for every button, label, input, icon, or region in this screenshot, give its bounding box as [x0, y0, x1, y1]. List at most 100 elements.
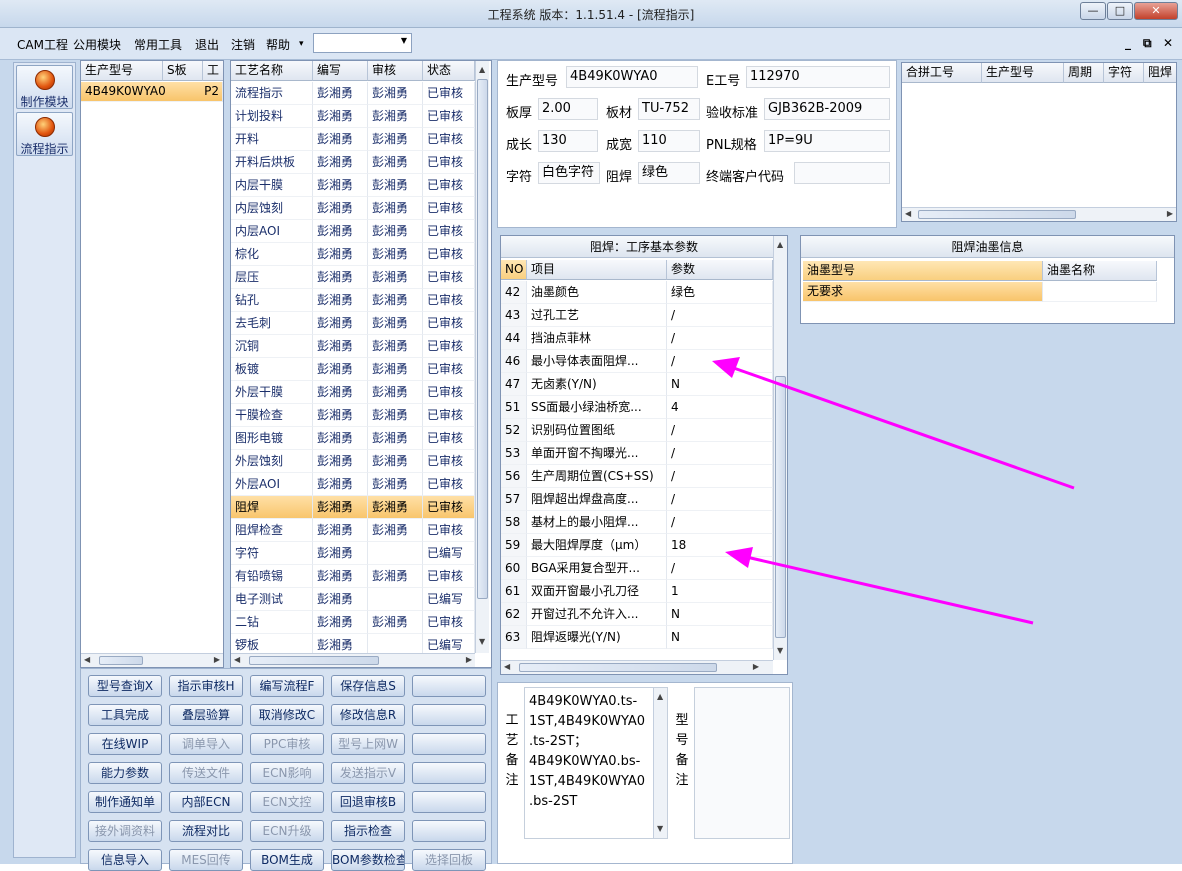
action-button[interactable] [412, 762, 486, 784]
table-row[interactable]: 61 双面开窗最小孔刀径 1 [501, 580, 773, 603]
table-row[interactable]: 去毛刺 彭湘勇 彭湘勇 已审核 [231, 312, 475, 335]
menu-cam[interactable]: CAM工程 [17, 36, 68, 53]
action-button[interactable]: ECN文控 [250, 791, 324, 813]
action-button[interactable] [412, 733, 486, 755]
char-field[interactable]: 白色字符 [538, 162, 600, 184]
length-field[interactable]: 130 [538, 130, 598, 152]
menu-common-modules[interactable]: 公用模块 [73, 36, 121, 53]
action-button[interactable]: 传送文件 [169, 762, 243, 784]
toolbar-combo[interactable]: ▼ [313, 33, 412, 53]
scroll-up-icon[interactable]: ▲ [479, 65, 485, 74]
table-row[interactable]: 43 过孔工艺 / [501, 304, 773, 327]
table-row[interactable]: 二钻 彭湘勇 彭湘勇 已审核 [231, 611, 475, 634]
material-field[interactable]: TU-752 [638, 98, 700, 120]
action-button[interactable]: 型号查询X [88, 675, 162, 697]
table-row[interactable]: 沉铜 彭湘勇 彭湘勇 已审核 [231, 335, 475, 358]
table-row[interactable]: 63 阻焊返曝光(Y/N) N [501, 626, 773, 649]
vertical-scrollbar[interactable]: ▲ ▼ [653, 688, 667, 838]
scroll-left-icon[interactable]: ◀ [234, 655, 240, 664]
process-remark-textarea[interactable]: 4B49K0WYA0.ts- 1ST,4B49K0WYA0 .ts-2ST； 4B49… [524, 687, 668, 839]
scroll-right-icon[interactable]: ▶ [466, 655, 472, 664]
table-row[interactable]: 57 阻焊超出焊盘高度... / [501, 488, 773, 511]
horizontal-scrollbar[interactable]: ◀ ▶ [501, 660, 773, 674]
action-button[interactable]: PPC审核 [250, 733, 324, 755]
table-row[interactable]: 42 油墨颜色 绿色 [501, 281, 773, 304]
column-header[interactable]: 油墨名称 [1043, 261, 1157, 281]
eno-field[interactable]: 112970 [746, 66, 890, 88]
action-button[interactable]: 流程对比 [169, 820, 243, 842]
column-header[interactable]: 阻焊 [1144, 63, 1176, 83]
table-row[interactable]: 内层蚀刻 彭湘勇 彭湘勇 已审核 [231, 197, 475, 220]
customer-code-field[interactable] [794, 162, 890, 184]
maximize-button[interactable]: □ [1107, 2, 1133, 20]
table-row[interactable]: 干膜检查 彭湘勇 彭湘勇 已审核 [231, 404, 475, 427]
table-row[interactable]: 53 单面开窗不掏曝光... / [501, 442, 773, 465]
nav-flow-guide[interactable]: 流程指示 [16, 112, 73, 156]
column-header[interactable]: 字符 [1104, 63, 1144, 83]
column-header[interactable]: 周期 [1064, 63, 1104, 83]
help-dropdown-icon[interactable]: ▾ [299, 39, 304, 49]
action-button[interactable]: 能力参数 [88, 762, 162, 784]
action-button[interactable]: 接外调资料 [88, 820, 162, 842]
action-button[interactable]: BOM参数检查 [331, 849, 405, 871]
action-button[interactable]: 指示审核H [169, 675, 243, 697]
action-button[interactable]: MES回传 [169, 849, 243, 871]
scroll-thumb[interactable] [519, 663, 717, 672]
column-header[interactable]: 参数 [667, 260, 773, 280]
scroll-thumb[interactable] [249, 656, 379, 665]
action-button[interactable]: 修改信息R [331, 704, 405, 726]
column-header[interactable]: 工艺名称 [231, 61, 313, 81]
table-row[interactable]: 图形电镀 彭湘勇 彭湘勇 已审核 [231, 427, 475, 450]
thickness-field[interactable]: 2.00 [538, 98, 598, 120]
table-row[interactable]: 59 最大阻焊厚度（μm） 18 [501, 534, 773, 557]
pnl-field[interactable]: 1P=9U [764, 130, 890, 152]
action-button[interactable]: ECN升级 [250, 820, 324, 842]
table-row[interactable]: 流程指示 彭湘勇 彭湘勇 已审核 [231, 82, 475, 105]
action-button[interactable]: 保存信息S [331, 675, 405, 697]
ink-name-cell[interactable] [1043, 282, 1157, 302]
standard-field[interactable]: GJB362B-2009 [764, 98, 890, 120]
scroll-down-icon[interactable]: ▼ [479, 637, 485, 646]
vertical-scrollbar[interactable]: ▲ ▼ [773, 236, 787, 660]
column-header[interactable]: 油墨型号 [803, 261, 1043, 281]
action-button[interactable] [412, 675, 486, 697]
table-row[interactable]: 钻孔 彭湘勇 彭湘勇 已审核 [231, 289, 475, 312]
table-row[interactable]: 电子测试 彭湘勇 已编写 [231, 588, 475, 611]
scroll-thumb[interactable] [99, 656, 143, 665]
action-button[interactable] [412, 820, 486, 842]
vertical-scrollbar[interactable]: ▲ ▼ [475, 61, 489, 653]
action-button[interactable]: 取消修改C [250, 704, 324, 726]
table-row[interactable]: 47 无卤素(Y/N) N [501, 373, 773, 396]
column-header[interactable]: 项目 [527, 260, 667, 280]
table-row[interactable]: 62 开窗过孔不允许入... N [501, 603, 773, 626]
ink-model-cell[interactable]: 无要求 [803, 282, 1043, 302]
scroll-left-icon[interactable]: ◀ [504, 662, 510, 671]
column-header[interactable]: 生产型号 [982, 63, 1064, 83]
table-row[interactable]: 52 识别码位置图纸 / [501, 419, 773, 442]
menu-logout[interactable]: 注销 [231, 36, 255, 53]
column-header[interactable]: 工 [203, 61, 223, 81]
action-button[interactable]: 叠层验算 [169, 704, 243, 726]
action-button[interactable]: 编写流程F [250, 675, 324, 697]
action-button[interactable]: 制作通知单 [88, 791, 162, 813]
column-header[interactable]: 编写 [313, 61, 368, 81]
table-row[interactable]: 44 挡油点菲林 / [501, 327, 773, 350]
width-field[interactable]: 110 [638, 130, 700, 152]
table-row[interactable]: 60 BGA采用复合型开... / [501, 557, 773, 580]
mdi-restore-icon[interactable]: ⧉ [1143, 36, 1152, 51]
column-header[interactable]: S板 [163, 61, 203, 81]
mdi-minimize-icon[interactable]: _ [1125, 36, 1131, 50]
table-row[interactable]: 外层AOI 彭湘勇 彭湘勇 已审核 [231, 473, 475, 496]
action-button[interactable]: 信息导入 [88, 849, 162, 871]
action-button[interactable]: ECN影响 [250, 762, 324, 784]
menu-help[interactable]: 帮助 [266, 36, 290, 53]
scroll-thumb[interactable] [918, 210, 1076, 219]
horizontal-scrollbar[interactable]: ◀ ▶ [902, 207, 1176, 221]
scroll-left-icon[interactable]: ◀ [905, 209, 911, 218]
horizontal-scrollbar[interactable]: ◀ ▶ [81, 653, 223, 667]
scroll-up-icon[interactable]: ▲ [657, 692, 663, 701]
action-button[interactable]: 发送指示V [331, 762, 405, 784]
table-row[interactable]: 58 基材上的最小阻焊... / [501, 511, 773, 534]
column-header[interactable]: 合拼工号 [902, 63, 982, 83]
column-header[interactable]: NO [501, 260, 527, 280]
